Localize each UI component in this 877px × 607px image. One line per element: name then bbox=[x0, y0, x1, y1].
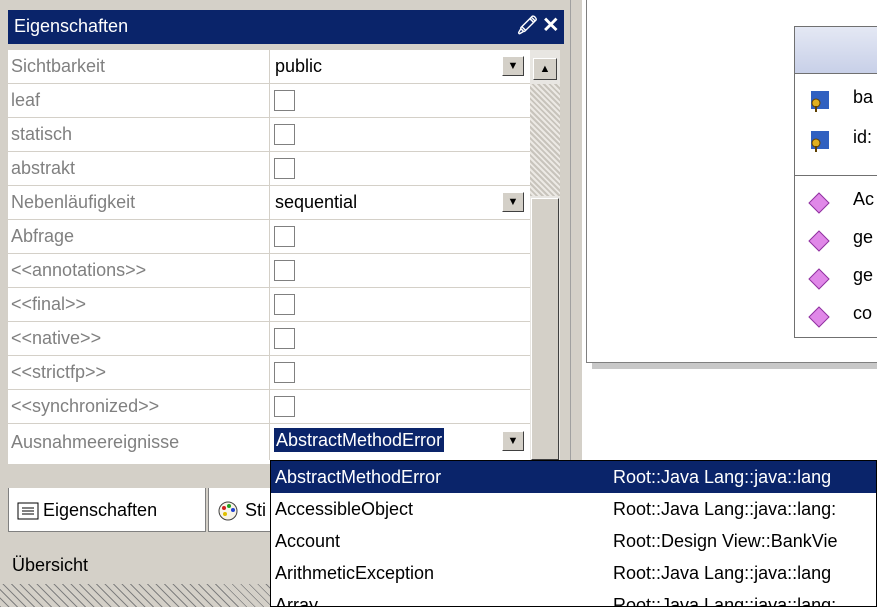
attribute-name: id: bbox=[853, 127, 873, 147]
property-row-abstrakt: abstrakt bbox=[8, 152, 530, 186]
diamond-operation-icon bbox=[808, 268, 830, 290]
dropdown-item-name: AccessibleObject bbox=[275, 499, 414, 519]
dropdown-item-path: Root::Java Lang::java::lang bbox=[613, 467, 832, 487]
property-name: <<synchronized>> bbox=[8, 390, 270, 423]
class-separator bbox=[795, 175, 877, 176]
diamond-operation-icon bbox=[808, 230, 830, 252]
property-checkbox[interactable] bbox=[274, 396, 295, 417]
property-row-ausnahmeereignisse: Ausnahmeereignisse AbstractMethodError ▼ bbox=[8, 424, 530, 460]
dropdown-item-path: Root::Java Lang::java::lang: bbox=[613, 499, 837, 519]
property-row-leaf: leaf bbox=[8, 84, 530, 118]
operation-name: co bbox=[853, 303, 873, 323]
dropdown-item-name: Array bbox=[275, 595, 319, 607]
diamond-operation-icon bbox=[808, 306, 830, 328]
dropdown-item-path: Root::Java Lang::java::lang bbox=[613, 563, 832, 583]
dropdown-item[interactable]: AccessibleObject Root::Java Lang::java::… bbox=[271, 493, 876, 525]
attribute-row[interactable]: ba bbox=[795, 83, 877, 115]
dropdown-item-path: Root::Design View::BankVie bbox=[613, 531, 838, 551]
dropdown-item[interactable]: AbstractMethodError Root::Java Lang::jav… bbox=[271, 461, 876, 493]
operation-name: ge bbox=[853, 227, 874, 247]
attribute-row[interactable]: id: bbox=[795, 123, 877, 155]
dropdown-item-name: ArithmeticException bbox=[275, 563, 435, 583]
attribute-name: ba bbox=[853, 87, 874, 107]
tab-label: Eigenschaften bbox=[43, 500, 158, 520]
class-element[interactable]: ba id: Ac ge ge co bbox=[794, 26, 877, 338]
panel-title-bar: Eigenschaften 🖍 ✕ bbox=[8, 10, 564, 44]
property-name: Ausnahmeereignisse bbox=[8, 424, 270, 460]
dropdown-item-name: AbstractMethodError bbox=[275, 467, 442, 487]
property-row-nebenlaeufigkeit: Nebenläufigkeit sequential ▼ bbox=[8, 186, 530, 220]
property-checkbox[interactable] bbox=[274, 90, 295, 111]
properties-grid: Sichtbarkeit public ▼ leaf statisch abst… bbox=[8, 50, 530, 464]
property-name: <<native>> bbox=[8, 322, 270, 355]
operation-name: ge bbox=[853, 265, 874, 285]
property-name: <<strictfp>> bbox=[8, 356, 270, 389]
operation-row[interactable]: ge bbox=[795, 223, 877, 255]
pin-icon[interactable]: 🖍 bbox=[516, 15, 539, 36]
key-attribute-icon bbox=[811, 131, 829, 152]
property-name: leaf bbox=[8, 84, 270, 117]
operation-row[interactable]: ge bbox=[795, 261, 877, 293]
tab-label: Sti bbox=[245, 500, 267, 520]
property-name: Abfrage bbox=[8, 220, 270, 253]
tab-stile[interactable]: Sti bbox=[208, 488, 272, 532]
property-checkbox[interactable] bbox=[274, 158, 295, 179]
vertical-scrollbar[interactable]: ▲ bbox=[530, 50, 560, 464]
tab-eigenschaften[interactable]: Eigenschaften bbox=[8, 488, 206, 532]
property-name: statisch bbox=[8, 118, 270, 151]
key-attribute-icon bbox=[811, 91, 829, 112]
property-row-final: <<final>> bbox=[8, 288, 530, 322]
diamond-operation-icon bbox=[808, 192, 830, 214]
dropdown-item-path: Root::Java Lang::java::lang: bbox=[613, 595, 837, 607]
property-checkbox[interactable] bbox=[274, 294, 295, 315]
property-checkbox[interactable] bbox=[274, 226, 295, 247]
close-icon[interactable]: ✕ bbox=[542, 13, 560, 38]
dropdown-item[interactable]: Account Root::Design View::BankVie bbox=[271, 525, 876, 557]
property-checkbox[interactable] bbox=[274, 362, 295, 383]
property-row-synchronized: <<synchronized>> bbox=[8, 390, 530, 424]
property-row-statisch: statisch bbox=[8, 118, 530, 152]
property-name: abstrakt bbox=[8, 152, 270, 185]
property-row-sichtbarkeit: Sichtbarkeit public ▼ bbox=[8, 50, 530, 84]
property-row-native: <<native>> bbox=[8, 322, 530, 356]
property-checkbox[interactable] bbox=[274, 124, 295, 145]
dropdown-arrow-icon[interactable]: ▼ bbox=[502, 192, 524, 212]
operation-name: Ac bbox=[853, 189, 875, 209]
dropdown-arrow-icon[interactable]: ▼ bbox=[502, 56, 524, 76]
properties-list-icon bbox=[17, 502, 39, 520]
property-name: <<annotations>> bbox=[8, 254, 270, 287]
dropdown-arrow-icon[interactable]: ▼ bbox=[502, 431, 524, 451]
overview-label[interactable]: Übersicht bbox=[12, 555, 88, 576]
property-name: Sichtbarkeit bbox=[8, 50, 270, 83]
dropdown-item[interactable]: ArithmeticException Root::Java Lang::jav… bbox=[271, 557, 876, 589]
property-checkbox[interactable] bbox=[274, 328, 295, 349]
operation-row[interactable]: Ac bbox=[795, 185, 877, 217]
property-value-selected[interactable]: AbstractMethodError bbox=[274, 428, 445, 452]
dropdown-item[interactable]: Array Root::Java Lang::java::lang: bbox=[271, 589, 876, 607]
operation-row[interactable]: co bbox=[795, 299, 877, 331]
scrollbar-track[interactable] bbox=[530, 84, 560, 196]
class-header[interactable] bbox=[795, 27, 877, 74]
scrollbar-thumb[interactable] bbox=[531, 198, 559, 460]
property-row-abfrage: Abfrage bbox=[8, 220, 530, 254]
property-value[interactable]: public bbox=[272, 50, 530, 83]
property-row-annotations: <<annotations>> bbox=[8, 254, 530, 288]
palette-icon bbox=[218, 501, 238, 521]
property-row-strictfp: <<strictfp>> bbox=[8, 356, 530, 390]
dropdown-item-name: Account bbox=[275, 531, 341, 551]
property-value[interactable]: sequential bbox=[272, 186, 530, 219]
overview-placeholder bbox=[0, 584, 272, 607]
property-checkbox[interactable] bbox=[274, 260, 295, 281]
scroll-up-arrow-icon[interactable]: ▲ bbox=[533, 58, 557, 80]
panel-title: Eigenschaften bbox=[14, 16, 129, 36]
property-name: Nebenläufigkeit bbox=[8, 186, 270, 219]
exception-dropdown-list[interactable]: AbstractMethodError Root::Java Lang::jav… bbox=[270, 460, 877, 607]
property-name: <<final>> bbox=[8, 288, 270, 321]
